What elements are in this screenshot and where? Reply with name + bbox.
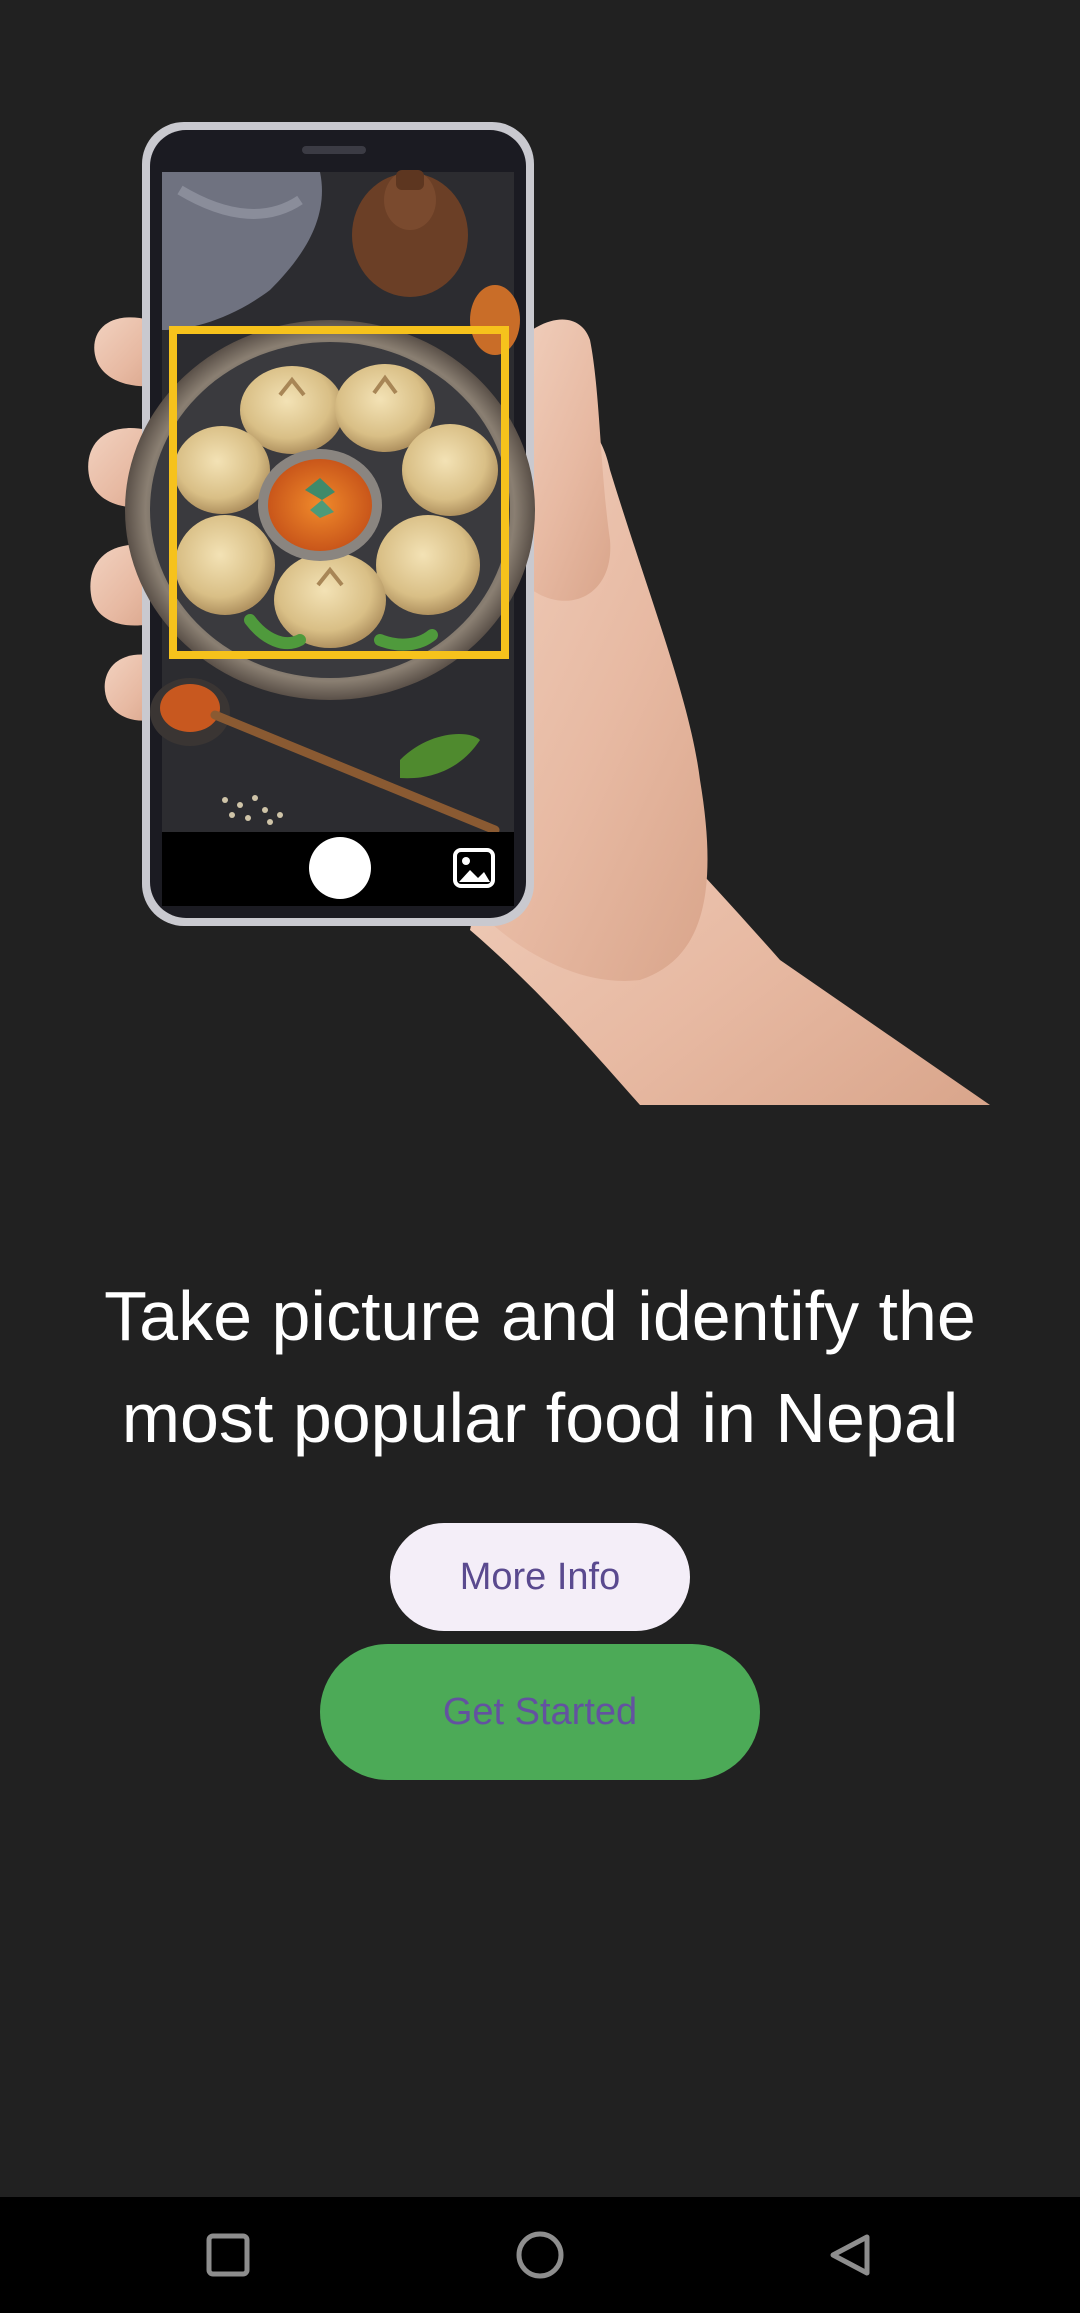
- recents-icon[interactable]: [188, 2217, 268, 2293]
- shutter-button: [309, 837, 371, 899]
- more-info-button[interactable]: More Info: [390, 1523, 690, 1631]
- hero-illustration: [0, 0, 1080, 1110]
- back-icon[interactable]: [810, 2217, 890, 2293]
- onboarding-screen: Take picture and identify the most popul…: [0, 0, 1080, 2313]
- get-started-button[interactable]: Get Started: [320, 1644, 760, 1780]
- headline: Take picture and identify the most popul…: [40, 1265, 1040, 1469]
- headline-line-1: Take picture and identify the: [104, 1277, 976, 1355]
- headline-line-2: most popular food in Nepal: [121, 1379, 959, 1457]
- home-icon[interactable]: [500, 2217, 580, 2293]
- system-navigation-bar: [0, 2197, 1080, 2313]
